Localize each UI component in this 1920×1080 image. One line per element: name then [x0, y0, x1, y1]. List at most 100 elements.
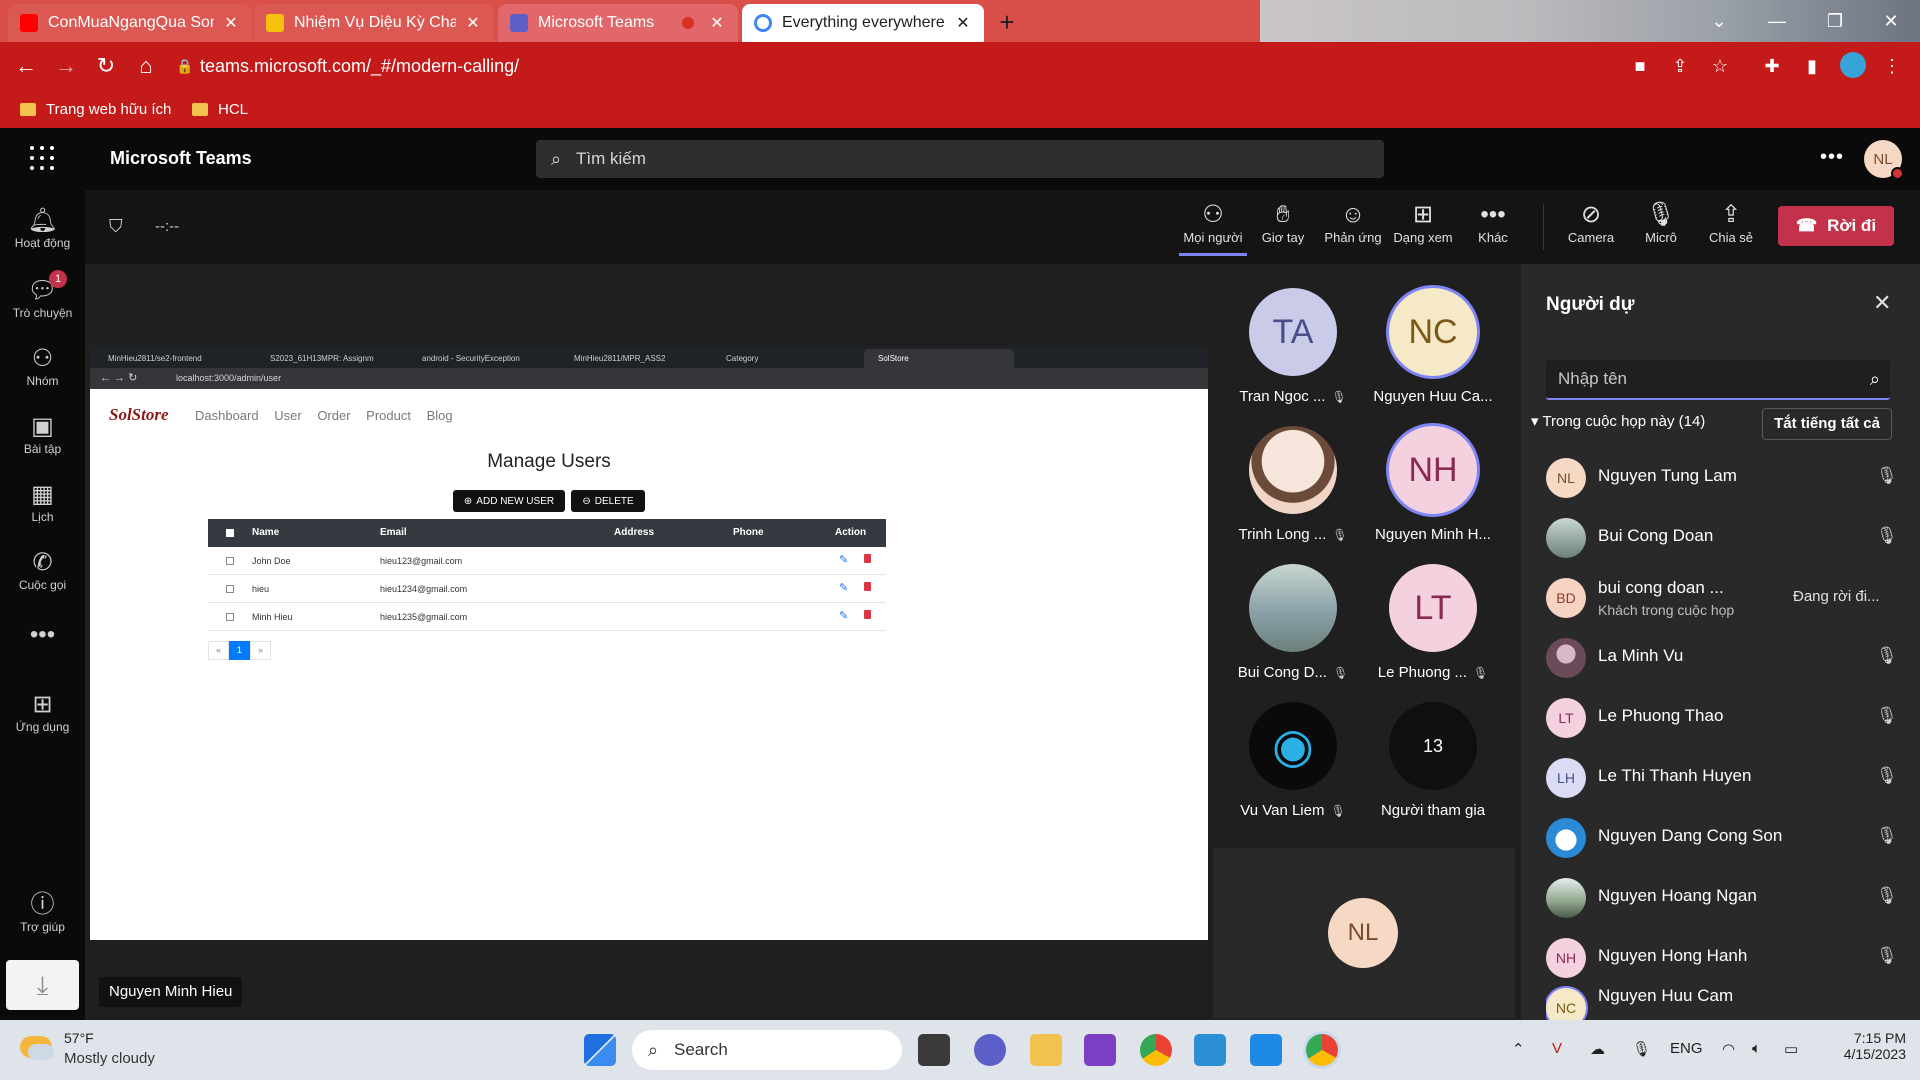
participant-tile[interactable]: Bui Cong D... 🎙︎	[1223, 540, 1363, 681]
participant-row[interactable]: NL Nguyen Tung Lam 🎙︎	[1546, 454, 1898, 500]
search-input[interactable]: ⌕ Tìm kiếm	[536, 140, 1384, 178]
camera-icon[interactable]: ■	[1628, 54, 1652, 78]
url-text: teams.microsoft.com/_#/modern-calling/	[200, 55, 520, 76]
user-avatar[interactable]: NL	[1864, 140, 1904, 180]
language-indicator[interactable]: ENG	[1670, 1040, 1703, 1057]
bookmark-folder-useful[interactable]: Trang web hữu ích	[20, 98, 171, 120]
wifi-icon[interactable]: ◠	[1722, 1040, 1735, 1058]
chevron-up-icon[interactable]: ⌃	[1512, 1040, 1525, 1058]
rail-item-assignments[interactable]: ▣ Bài tập	[0, 412, 85, 456]
rail-item-calendar[interactable]: ▦ Lịch	[0, 480, 85, 524]
menu-kebab-icon[interactable]: ⋮	[1880, 54, 1904, 78]
close-window-button[interactable]: ✕	[1862, 0, 1920, 42]
volume-icon[interactable]: 🔈︎	[1752, 1040, 1761, 1057]
rail-item-calls[interactable]: ✆ Cuộc gọi	[0, 548, 85, 592]
leave-call-button[interactable]: ☎ Rời đi	[1778, 206, 1894, 246]
participant-row[interactable]: La Minh Vu 🎙︎	[1546, 634, 1898, 680]
close-icon[interactable]: ✕	[464, 13, 482, 33]
avatar-initials: TA	[1272, 312, 1314, 351]
file-explorer-icon[interactable]	[1030, 1034, 1062, 1066]
minimize-button[interactable]: —	[1748, 0, 1806, 42]
participant-tile[interactable]: Trinh Long ... 🎙︎	[1223, 402, 1363, 543]
camera-button[interactable]: ⊘ Camera	[1557, 200, 1625, 256]
participant-row[interactable]: NH Nguyen Hong Hanh 🎙︎	[1546, 934, 1898, 980]
close-icon[interactable]: ✕	[222, 13, 240, 33]
bookmark-folder-hcl[interactable]: HCL	[192, 98, 248, 120]
browser-profile-avatar[interactable]	[1840, 52, 1866, 78]
tab-search-icon[interactable]: ⌄	[1690, 0, 1748, 42]
mic-off-icon: 🎙︎	[1876, 526, 1898, 545]
chrome-icon[interactable]	[1140, 1034, 1172, 1066]
close-icon[interactable]: ✕	[708, 13, 726, 33]
home-icon[interactable]: ⌂	[130, 50, 162, 82]
download-icon[interactable]: ⤓	[6, 960, 79, 1010]
participant-row[interactable]: Bui Cong Doan 🎙︎	[1546, 514, 1898, 560]
participant-row[interactable]: BD bui cong doan ... Khách trong cuộc họ…	[1546, 574, 1896, 620]
rail-item-help[interactable]: ⓘ Trợ giúp	[0, 890, 85, 934]
participant-tile[interactable]: TA Tran Ngoc ... 🎙︎	[1223, 264, 1363, 405]
reload-icon[interactable]: ↻	[90, 50, 122, 82]
visual-studio-icon[interactable]	[1084, 1034, 1116, 1066]
in-meeting-section-toggle[interactable]: ▾ Trong cuộc họp này (14)	[1531, 412, 1705, 430]
browser-tab-teams[interactable]: Microsoft Teams ✕	[498, 4, 738, 42]
teams-chat-icon[interactable]	[974, 1034, 1006, 1066]
participant-name: Le Thi Thanh Huyen	[1598, 766, 1752, 785]
side-panel-icon[interactable]: ▮	[1800, 54, 1824, 78]
browser-tab-youtube[interactable]: ConMuaNgangQua SonTungMTP ✕	[8, 4, 252, 42]
call-timer: --:--	[155, 218, 180, 235]
task-view-icon[interactable]	[918, 1034, 950, 1066]
new-tab-button[interactable]: +	[992, 8, 1022, 38]
close-icon[interactable]: ✕	[1873, 290, 1891, 316]
vscode-icon[interactable]	[1194, 1034, 1226, 1066]
rail-item-activity[interactable]: 🔔︎ Hoạt động	[0, 206, 85, 250]
windows-start-icon[interactable]	[584, 1034, 616, 1066]
participant-row[interactable]: Nguyen Dang Cong Son 🎙︎	[1546, 814, 1898, 860]
app-launcher-icon[interactable]	[30, 146, 56, 172]
battery-icon[interactable]: ▭	[1784, 1040, 1798, 1058]
microphone-icon[interactable]: 🎙︎	[1632, 1040, 1651, 1058]
close-icon[interactable]: ✕	[954, 13, 972, 33]
raise-hand-button[interactable]: ✋︎ Giơ tay	[1249, 200, 1317, 256]
more-icon: •••	[1480, 201, 1506, 228]
participant-tile[interactable]: NC Nguyen Huu Ca...	[1363, 264, 1503, 405]
select-all-checkbox	[226, 529, 234, 537]
taskbar-search[interactable]: ⌕ Search	[632, 1030, 902, 1070]
avatar-initials: NC	[1408, 312, 1458, 351]
participant-row[interactable]: LH Le Thi Thanh Huyen 🎙︎	[1546, 754, 1898, 800]
view-button[interactable]: ⊞ Dạng xem	[1389, 200, 1457, 256]
participant-search-input[interactable]: Nhập tên ⌕	[1546, 360, 1890, 400]
onedrive-icon[interactable]: ☁	[1590, 1040, 1605, 1058]
participant-row[interactable]: LT Le Phuong Thao 🎙︎	[1546, 694, 1898, 740]
participant-tile[interactable]: NH Nguyen Minh H...	[1363, 402, 1503, 543]
notepad-icon[interactable]	[1250, 1034, 1282, 1066]
people-button[interactable]: ⚇ Mọi người	[1179, 200, 1247, 256]
extensions-icon[interactable]: ✚	[1760, 54, 1784, 78]
rail-item-teams[interactable]: ⚇ Nhóm	[0, 344, 85, 388]
more-actions-button[interactable]: ••• Khác	[1459, 200, 1527, 256]
restore-button[interactable]: ❐	[1806, 0, 1864, 42]
participant-row[interactable]: Nguyen Hoang Ngan 🎙︎	[1546, 874, 1898, 920]
system-clock[interactable]: 7:15 PM 4/15/2023	[1826, 1030, 1906, 1062]
rail-item-chat[interactable]: 💬︎ 1 Trò chuyện	[0, 270, 85, 320]
rail-item-apps[interactable]: ⊞ Ứng dụng	[0, 690, 85, 734]
mute-all-button[interactable]: Tắt tiếng tất cả	[1762, 408, 1892, 440]
forward-icon[interactable]: →	[50, 50, 82, 82]
vivaldi-icon[interactable]: V	[1552, 1040, 1562, 1057]
rail-more-button[interactable]: •••	[0, 620, 85, 650]
browser-tab-google[interactable]: Everything everywhere all at once ✕	[742, 4, 984, 42]
participant-row[interactable]: NC Nguyen Huu Cam	[1546, 984, 1896, 1020]
address-bar[interactable]: 🔒 teams.microsoft.com/_#/modern-calling/	[170, 50, 1570, 82]
mic-button[interactable]: 🎙︎ Micrô	[1627, 200, 1695, 256]
bookmark-star-icon[interactable]: ☆	[1708, 54, 1732, 78]
share-button[interactable]: ⇪ Chia sẻ	[1697, 200, 1765, 256]
column-name: Name	[252, 527, 280, 538]
overflow-participants-tile[interactable]: 13 Người tham gia	[1363, 678, 1503, 819]
share-page-icon[interactable]: ⇪	[1668, 54, 1692, 78]
back-icon[interactable]: ←	[10, 50, 42, 82]
reactions-button[interactable]: ☺ Phản ứng	[1319, 200, 1387, 256]
participant-tile[interactable]: LT Le Phuong ... 🎙︎	[1363, 540, 1503, 681]
more-options-icon[interactable]: •••	[1820, 146, 1844, 169]
chrome-profile-icon[interactable]	[1306, 1034, 1338, 1066]
participant-tile[interactable]: ◉ Vu Van Liem 🎙︎	[1223, 678, 1363, 819]
browser-tab-manga[interactable]: Nhiệm Vụ Diệu Kỳ Chap 81 Next ✕	[254, 4, 494, 42]
